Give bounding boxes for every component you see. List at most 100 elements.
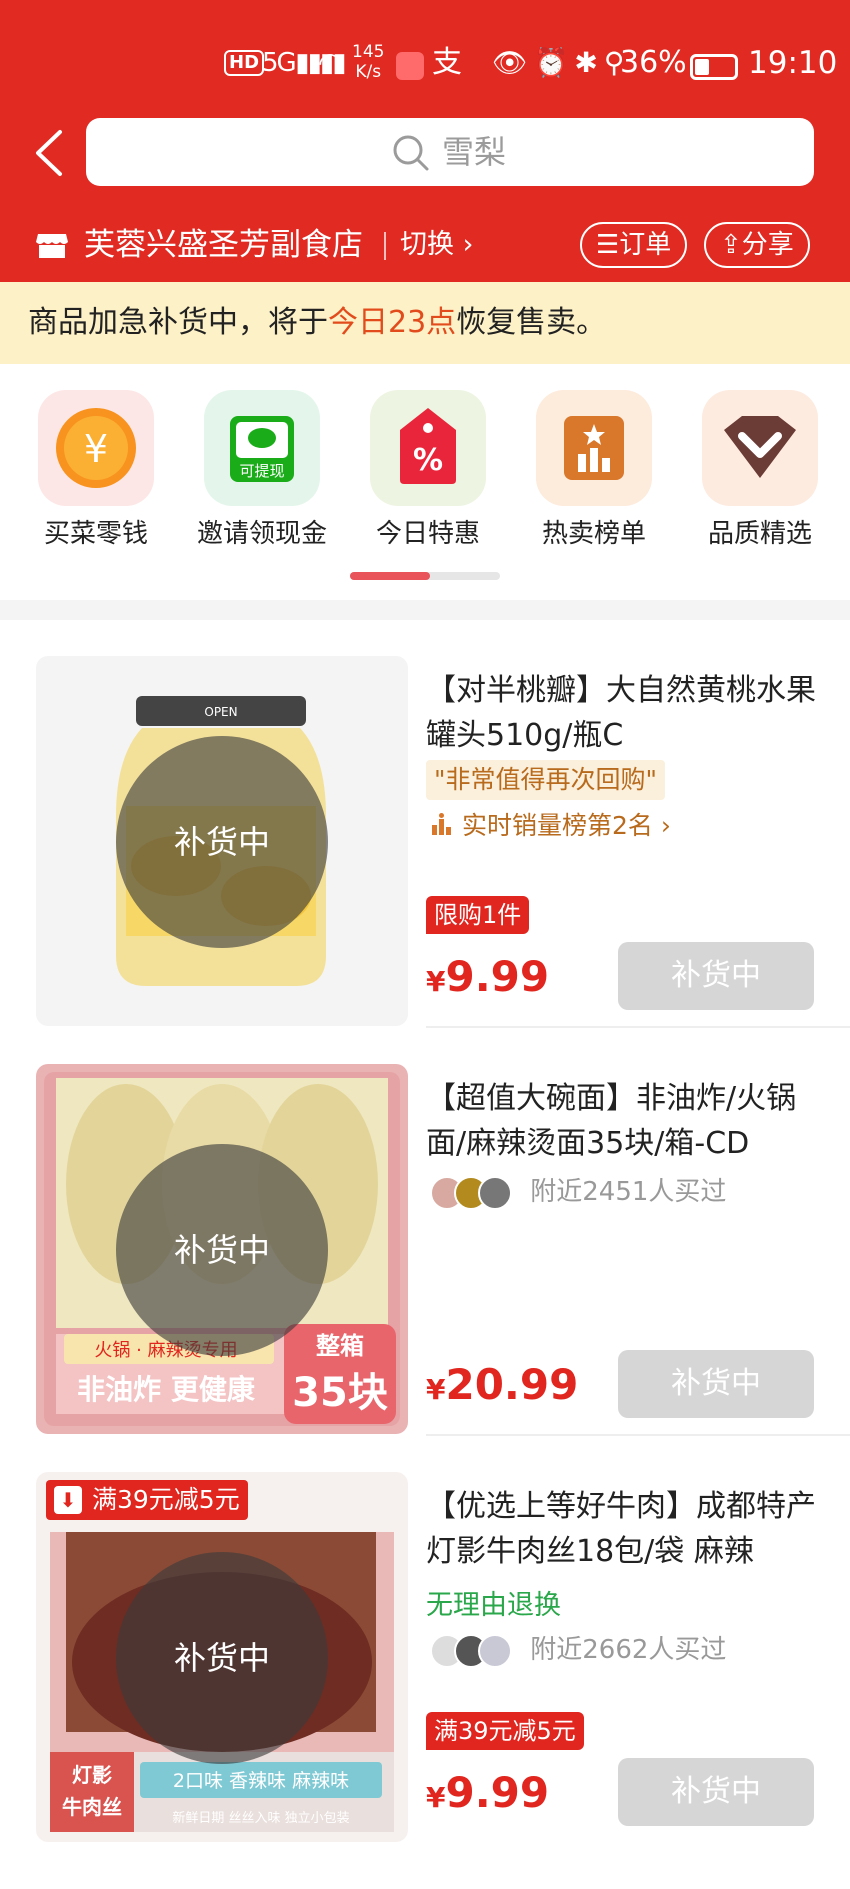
product-price: ¥9.99 — [426, 1768, 549, 1817]
wifi-icon: ◠ — [318, 46, 343, 79]
wechat-cash-icon: 可提现 — [230, 416, 294, 482]
brand-name-line-1: 灯影 — [72, 1763, 112, 1787]
restocking-button[interactable]: 补货中 — [618, 1350, 814, 1418]
battery-icon — [690, 54, 738, 80]
price-value: 9.99 — [445, 1768, 550, 1817]
category-icon-bg — [536, 390, 652, 506]
jar-lid-label: OPEN — [204, 705, 237, 719]
discount-tag-icon: % — [400, 408, 456, 484]
network-speed: 145 K/s — [352, 42, 385, 82]
category-scroll-thumb — [350, 572, 430, 580]
category-label: 品质精选 — [707, 519, 812, 549]
restocking-button[interactable]: 补货中 — [618, 1758, 814, 1826]
yuan-symbol: ¥ — [84, 427, 108, 471]
restock-overlay: 补货中 — [116, 1552, 328, 1764]
restock-overlay: 补货中 — [116, 736, 328, 948]
store-bar: 芙蓉兴盛圣芳副食店 切换 › ☰订单 ⇪分享 — [0, 218, 850, 274]
hd-indicator: HD — [224, 50, 265, 76]
buyers-count-text: 附近2662人买过 — [530, 1635, 727, 1665]
product-image[interactable]: 灯影 牛肉丝 2口味 香辣味 麻辣味 新鲜日期 丝丝入味 独立小包装 补货中 — [36, 1472, 408, 1842]
buyers-count-text: 附近2451人买过 — [530, 1177, 727, 1207]
chevron-left-icon — [36, 130, 62, 176]
currency-symbol: ¥ — [426, 1373, 446, 1406]
clock: 19:10 — [748, 45, 838, 81]
cash-text: 可提现 — [239, 462, 284, 480]
product-card[interactable]: OPEN 补货中 【对半桃瓣】大自然黄桃水果罐头510g/瓶C "非常值得再次回… — [0, 620, 850, 1028]
promo-tag: 满39元减5元 — [426, 1712, 584, 1750]
divider — [384, 232, 386, 260]
product-card[interactable]: 火锅 · 麻辣烫专用 非油炸 更健康 整箱 35块 补货中 【超值大碗面】非油炸… — [0, 1028, 850, 1436]
notice-prefix: 商品加急补货中，将于 — [28, 305, 328, 340]
return-policy: 无理由退换 — [426, 1590, 561, 1621]
category-label: 买菜零钱 — [43, 519, 148, 549]
product-image[interactable]: OPEN 补货中 — [36, 656, 408, 1026]
battery-percent: 36% — [620, 45, 687, 80]
product-title[interactable]: 【超值大碗面】非油炸/火锅面/麻辣烫面35块/箱-CD — [426, 1076, 826, 1166]
discount-badge-text: 满39元减5元 — [92, 1485, 240, 1514]
notice-highlight: 今日23点 — [328, 305, 457, 340]
product-list: OPEN 补货中 【对半桃瓣】大自然黄桃水果罐头510g/瓶C "非常值得再次回… — [0, 620, 850, 1889]
percent-symbol: % — [413, 443, 443, 478]
price-value: 20.99 — [445, 1360, 579, 1409]
category-icon-bg: ¥ — [38, 390, 154, 506]
product-price: ¥20.99 — [426, 1360, 578, 1409]
ranking-icon — [564, 416, 624, 480]
share-button[interactable]: ⇪分享 — [704, 222, 810, 268]
search-input[interactable]: 雪梨 — [86, 118, 814, 186]
nearby-buyers: 附近2451人买过 — [430, 1172, 726, 1212]
product-image[interactable]: 火锅 · 麻辣烫专用 非油炸 更健康 整箱 35块 补货中 — [36, 1064, 408, 1434]
avatar — [478, 1633, 512, 1668]
noodle-slogan-text: 非油炸 更健康 — [77, 1373, 256, 1406]
avatar — [478, 1175, 512, 1210]
category-item-invite-cash[interactable]: 可提现 邀请领现金 — [197, 390, 327, 552]
category-label: 邀请领现金 — [196, 519, 327, 549]
category-item-today-deals[interactable]: % 今日特惠 — [368, 390, 488, 552]
orders-button[interactable]: ☰订单 — [580, 222, 688, 268]
category-icon-bg: % — [370, 390, 486, 506]
status-bar: HD 5G ▮▮▮▮ ◠ 145 K/s 支 👁⏰✱⚲ 36% 19:10 — [0, 30, 850, 100]
flavors-text: 2口味 香辣味 麻辣味 — [173, 1770, 349, 1792]
switch-store-button[interactable]: 切换 › — [400, 224, 473, 266]
rank-bars-icon — [432, 813, 451, 835]
nearby-buyers: 附近2662人买过 — [430, 1630, 726, 1670]
store-name: 芙蓉兴盛圣芳副食店 — [84, 227, 363, 263]
restocking-button[interactable]: 补货中 — [618, 942, 814, 1010]
rank-text: 实时销量榜第2名 › — [462, 811, 671, 840]
notice-suffix: 恢复售卖。 — [456, 305, 607, 340]
restock-overlay: 补货中 — [116, 1144, 328, 1356]
review-quote-tag: "非常值得再次回购" — [426, 760, 665, 800]
features-text: 新鲜日期 丝丝入味 独立小包装 — [172, 1810, 349, 1826]
currency-symbol: ¥ — [426, 965, 446, 998]
currency-symbol: ¥ — [426, 1781, 446, 1814]
category-nav: ¥ 买菜零钱 可提现 邀请领现金 % 今日特惠 热卖榜单 品质精选 — [0, 364, 850, 600]
category-icon-bg: 可提现 — [204, 390, 320, 506]
huawei-app-icon — [396, 52, 424, 80]
category-item-pocket-money[interactable]: ¥ 买菜零钱 — [36, 390, 156, 552]
restock-notice: 商品加急补货中，将于今日23点恢复售卖。 — [0, 282, 850, 364]
category-item-quality-picks[interactable]: 品质精选 — [700, 390, 820, 552]
brand-name-line-2: 牛肉丝 — [62, 1795, 122, 1819]
product-card[interactable]: 灯影 牛肉丝 2口味 香辣味 麻辣味 新鲜日期 丝丝入味 独立小包装 补货中 ⬇… — [0, 1436, 850, 1844]
search-placeholder: 雪梨 — [442, 133, 507, 171]
diamond-icon — [724, 416, 796, 478]
sales-rank-link[interactable]: 实时销量榜第2名 › — [430, 806, 671, 846]
yuan-coin-icon: ¥ — [56, 408, 136, 488]
store-icon — [36, 234, 68, 258]
back-button[interactable] — [28, 128, 72, 178]
category-item-hot-ranking[interactable]: 热卖榜单 — [534, 390, 654, 552]
category-label: 今日特惠 — [375, 519, 480, 549]
system-status-icons: 👁⏰✱⚲ — [492, 46, 631, 79]
price-value: 9.99 — [445, 952, 550, 1001]
down-arrow-icon: ⬇ — [54, 1486, 82, 1514]
search-icon — [393, 135, 429, 171]
category-label: 热卖榜单 — [541, 519, 646, 549]
product-title[interactable]: 【优选上等好牛肉】成都特产 灯影牛肉丝18包/袋 麻辣 — [426, 1484, 826, 1574]
product-title[interactable]: 【对半桃瓣】大自然黄桃水果罐头510g/瓶C — [426, 668, 826, 758]
discount-badge: ⬇ 满39元减5元 — [46, 1480, 248, 1520]
category-scroll-indicator — [350, 572, 500, 580]
product-price: ¥9.99 — [426, 952, 549, 1001]
alipay-icon: 支 — [432, 45, 462, 80]
category-icon-bg — [702, 390, 818, 506]
noodle-box-text: 整箱 — [316, 1332, 364, 1360]
noodle-count-text: 35块 — [292, 1370, 388, 1416]
